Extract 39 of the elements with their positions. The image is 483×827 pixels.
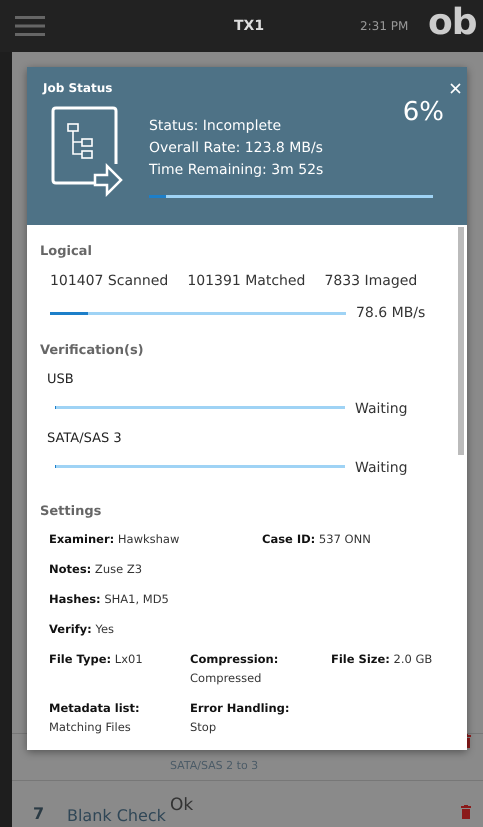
setting-entry: Case ID: 537 ONN: [262, 531, 371, 548]
file-count: 101407 Scanned: [50, 273, 168, 289]
setting-entry: File Size: 2.0 GB: [331, 651, 434, 668]
setting-entry: Compression: Compressed: [190, 651, 280, 687]
setting-entry: Notes: Zuse Z3: [49, 561, 144, 578]
job-detail: SATA/SAS 2 to 3: [170, 759, 258, 772]
verification-target: SATA/SAS 3: [47, 431, 122, 446]
job-name: Blank Check: [67, 806, 166, 825]
transfer-rate: 78.6 MB/s: [356, 305, 426, 321]
job-status: Ok: [170, 795, 194, 815]
section-heading: Verification(s): [40, 343, 144, 358]
setting-entry: Metadata list: Matching Files: [49, 700, 141, 736]
job-number: 7: [33, 804, 44, 823]
section-heading: Settings: [40, 504, 102, 519]
file-count: 7833 Imaged: [324, 273, 418, 289]
status-line: Overall Rate: 123.8 MB/s: [149, 139, 324, 158]
verification-state: Waiting: [355, 401, 408, 417]
dialog-title: Job Status: [43, 81, 114, 95]
percent-complete: 6%: [402, 97, 444, 127]
status-line: Time Remaining: 3m 52s: [149, 161, 324, 180]
file-count: 101391 Matched: [187, 273, 306, 289]
device-title: TX1: [234, 18, 264, 34]
menu-icon[interactable]: [15, 15, 45, 37]
section-heading: Logical: [40, 244, 92, 259]
setting-entry: Examiner: Hawkshaw: [49, 531, 180, 548]
setting-entry: Hashes: SHA1, MD5: [49, 591, 170, 608]
job-row[interactable]: 7 Blank Check Ok: [12, 780, 483, 827]
scrollbar-thumb[interactable]: [458, 227, 464, 455]
logo: ob: [428, 2, 477, 43]
status-line: Status: Incomplete: [149, 117, 282, 136]
setting-entry: Error Handling: Stop: [190, 700, 290, 736]
verification-state: Waiting: [355, 460, 408, 476]
trash-icon[interactable]: [461, 805, 471, 819]
setting-entry: File Type: Lx01: [49, 651, 144, 668]
close-icon[interactable]: [450, 83, 461, 94]
setting-entry: Verify: Yes: [49, 621, 116, 638]
document-tree-arrow-icon: [51, 106, 123, 198]
verification-target: USB: [47, 372, 74, 387]
clock-time: 2:31 PM: [360, 19, 408, 33]
